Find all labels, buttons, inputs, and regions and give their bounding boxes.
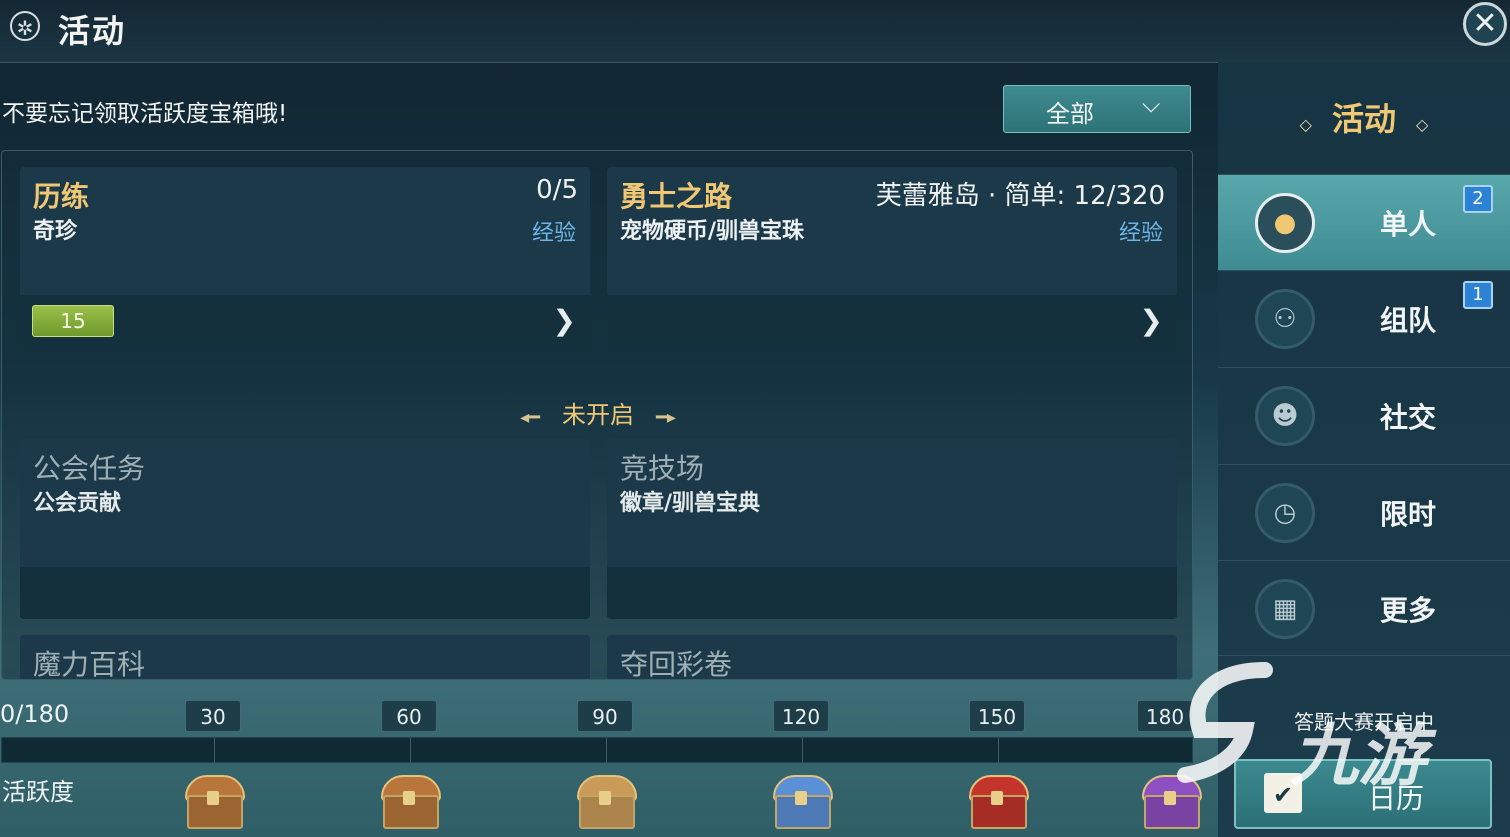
chevron-right-icon[interactable]: ❯ [1140,304,1163,337]
sidebar-item-label: 组队 [1380,304,1437,337]
card-count: 芙蕾雅岛 · 简单: 12/320 [875,181,1165,211]
milestone-90: 90 [577,700,633,732]
activity-card-guild-task[interactable]: 公会任务 公会贡献 [20,439,590,619]
activity-progress-bar [1,737,1193,764]
social-icon: ☻ [1255,386,1315,446]
chevron-down-icon: ⌵ [1142,90,1161,118]
activity-card-warrior-road[interactable]: 勇士之路 宠物硬币/驯兽宝珠 芙蕾雅岛 · 简单: 12/320 经验 ❯ [607,167,1177,347]
card-footer [20,567,590,619]
watermark-swirl-icon [1177,662,1273,783]
card-footer [607,295,1177,347]
group-icon: ⚇ [1255,289,1315,349]
activity-list-panel[interactable]: 历练 奇珍 0/5 经验 15 ❯ 勇士之路 宠物硬币/驯兽宝珠 芙蕾雅岛 · … [1,150,1193,680]
sidebar-heading: ◇ 活动 ◇ [1218,94,1510,140]
card-reward: 经验 [531,221,576,246]
sidebar-item-label: 限时 [1380,498,1437,531]
card-subtitle: 宠物硬币/驯兽宝珠 [620,219,805,244]
count-badge: 1 [1463,281,1493,309]
close-icon: ✕ [1472,6,1498,41]
wheel-icon: ✲ [10,11,40,41]
ornament-right-icon: ◇ [1416,115,1429,134]
card-subtitle: 徽章/驯兽宝典 [620,491,761,516]
page-title: 活动 [58,12,127,50]
wooden-chest-icon[interactable] [183,775,245,829]
silver-blue-chest-icon[interactable] [771,775,833,829]
card-count: 0/5 [536,175,578,205]
card-reward: 经验 [1118,221,1163,246]
card-title: 竞技场 [620,452,705,485]
card-subtitle: 公会贡献 [33,491,122,516]
ornament-left-icon: ◇ [1299,115,1312,134]
ornament-left-icon: ◂━ [520,407,540,428]
close-button[interactable]: ✕ [1463,2,1507,46]
count-badge: 2 [1463,185,1493,213]
sidebar-item-team[interactable]: ⚇ 组队 1 [1218,270,1510,366]
filter-selected-value: 全部 [1046,100,1094,128]
sidebar-header: ◇ 活动 ◇ [1218,62,1510,172]
grid-icon: ▦ [1255,579,1315,639]
card-title: 公会任务 [33,452,146,485]
bronze-chest-icon[interactable] [575,775,637,829]
activity-card-lottery[interactable]: 夺回彩卷 [607,635,1177,680]
sidebar-item-social[interactable]: ☻ 社交 [1218,367,1510,463]
sidebar-item-label: 社交 [1380,401,1437,434]
card-title: 勇士之路 [620,180,733,213]
sidebar-heading-text: 活动 [1331,100,1396,138]
not-open-divider: ◂━ 未开启 ━▸ [2,395,1192,430]
ornament-right-icon: ━▸ [656,407,676,428]
sidebar-item-label: 单人 [1380,208,1437,241]
activity-card-magic-encyclopedia[interactable]: 魔力百科 [20,635,590,680]
milestone-150: 150 [969,700,1025,732]
level-badge: 15 [32,305,114,337]
chevron-right-icon[interactable]: ❯ [553,304,576,337]
watermark-text: 九游 [1290,717,1427,796]
sidebar-item-label: 更多 [1380,594,1437,627]
card-subtitle: 奇珍 [33,219,78,244]
red-gold-chest-icon[interactable] [967,775,1029,829]
card-title: 历练 [33,180,90,213]
sidebar-item-limited[interactable]: ◷ 限时 [1218,464,1510,560]
sidebar-item-solo[interactable]: ● 单人 2 [1218,174,1510,270]
filter-dropdown[interactable]: 全部 ⌵ [1003,85,1191,133]
milestone-120: 120 [773,700,829,732]
activity-label: 活跃度 [2,778,74,806]
card-title: 夺回彩卷 [620,648,733,680]
person-icon: ● [1255,193,1315,253]
clock-icon: ◷ [1255,483,1315,543]
activity-progress-text: 0/180 [0,700,70,728]
card-footer [607,567,1177,619]
sidebar-item-more[interactable]: ▦ 更多 [1218,560,1510,656]
not-open-label: 未开启 [562,401,634,429]
watermark-logo: 九游 [1170,660,1470,796]
wooden-chest-icon[interactable] [379,775,441,829]
reminder-text: 不要忘记领取活跃度宝箱哦! [2,101,288,127]
milestone-30: 30 [185,700,241,732]
activity-card-lilian[interactable]: 历练 奇珍 0/5 经验 15 ❯ [20,167,590,347]
milestone-60: 60 [381,700,437,732]
activity-card-arena[interactable]: 竞技场 徽章/驯兽宝典 [607,439,1177,619]
title-bar: ✲ 活动 ✕ [0,0,1510,63]
card-title: 魔力百科 [33,648,146,680]
